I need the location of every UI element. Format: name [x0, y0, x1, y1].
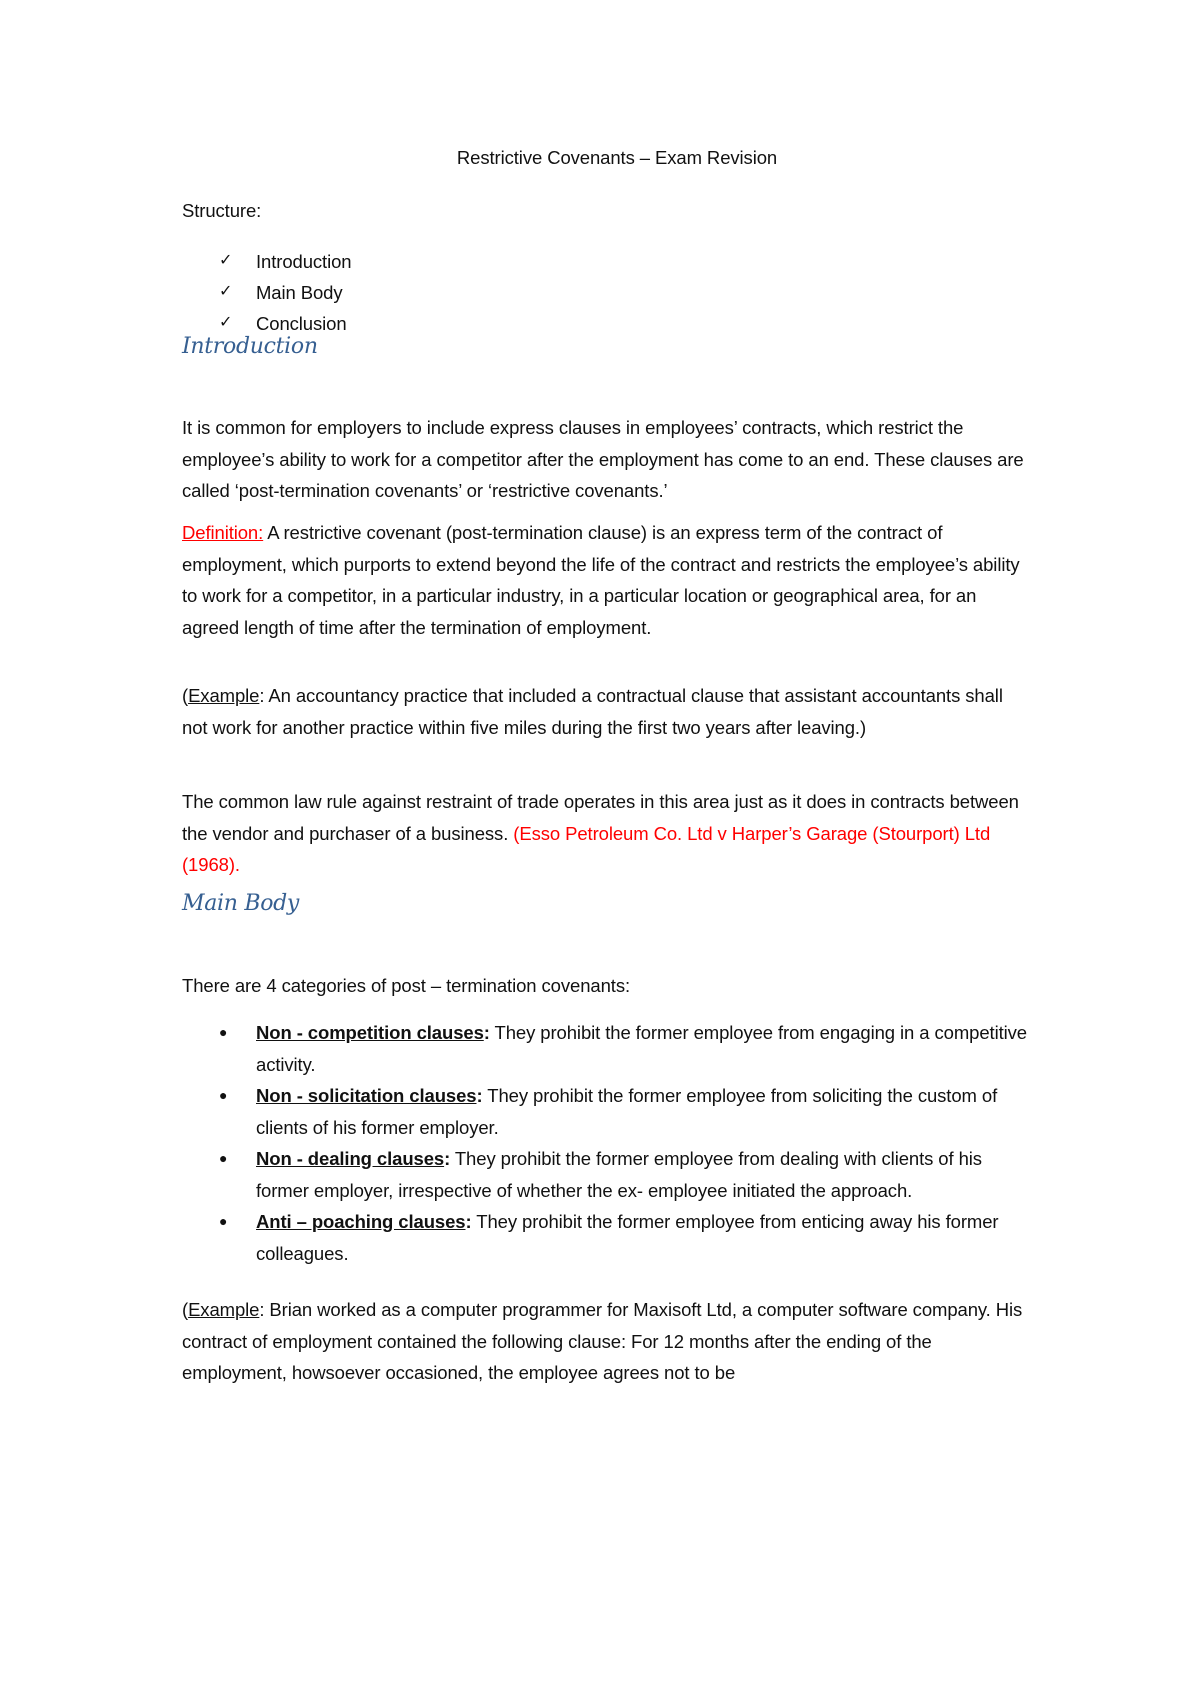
structure-label: Structure:: [182, 200, 262, 221]
checklist-item-label: Introduction: [256, 251, 352, 272]
bullet-icon: ●: [219, 1150, 228, 1166]
heading-main-body: Main Body: [182, 891, 300, 916]
example-label: Example: [188, 1299, 260, 1320]
example-label: Example: [188, 685, 260, 706]
category-item: ● Non - solicitation clauses: They prohi…: [182, 1080, 1032, 1143]
checklist-item: ✓ Introduction: [182, 251, 352, 282]
check-icon: ✓: [219, 252, 233, 269]
definition-paragraph: Definition: A restrictive covenant (post…: [182, 517, 1032, 643]
category-term: Non - competition clauses: [256, 1022, 484, 1043]
bullet-icon: ●: [219, 1024, 228, 1040]
definition-label: Definition:: [182, 522, 264, 543]
category-term: Anti – poaching clauses: [256, 1211, 466, 1232]
example-paragraph-1: (Example: An accountancy practice that i…: [182, 680, 1032, 743]
example-text: : Brian worked as a computer programmer …: [182, 1299, 1023, 1383]
checklist-item: ✓ Main Body: [182, 282, 351, 313]
bullet-icon: ●: [219, 1213, 228, 1229]
category-item: ● Non - competition clauses: They prohib…: [182, 1017, 1032, 1080]
check-icon: ✓: [219, 283, 233, 300]
heading-introduction: Introduction: [182, 334, 318, 359]
document-title: Restrictive Covenants – Exam Revision: [456, 147, 778, 168]
categories-list: ● Non - competition clauses: They prohib…: [182, 1017, 1032, 1269]
intro-paragraph: It is common for employers to include ex…: [182, 417, 1024, 501]
category-item: ● Anti – poaching clauses: They prohibit…: [182, 1206, 1032, 1269]
example-text: : An accountancy practice that included …: [182, 685, 1003, 738]
category-term: Non - solicitation clauses: [256, 1085, 477, 1106]
example-paragraph-2: (Example: Brian worked as a computer pro…: [182, 1294, 1032, 1389]
restraint-paragraph: The common law rule against restraint of…: [182, 786, 1032, 881]
bullet-icon: ●: [219, 1087, 228, 1103]
checklist-item-label: Conclusion: [256, 313, 347, 334]
structure-checklist: ✓ Introduction ✓ Main Body ✓ Conclusion: [182, 251, 352, 344]
category-term: Non - dealing clauses: [256, 1148, 445, 1169]
checklist-item-label: Main Body: [256, 282, 343, 303]
definition-text: A restrictive covenant (post-termination…: [182, 522, 1020, 638]
check-icon: ✓: [219, 314, 233, 331]
document-page: Restrictive Covenants – Exam Revision St…: [0, 0, 1200, 1698]
categories-intro: There are 4 categories of post – termina…: [182, 975, 631, 996]
category-item: ● Non - dealing clauses: They prohibit t…: [182, 1143, 1032, 1206]
